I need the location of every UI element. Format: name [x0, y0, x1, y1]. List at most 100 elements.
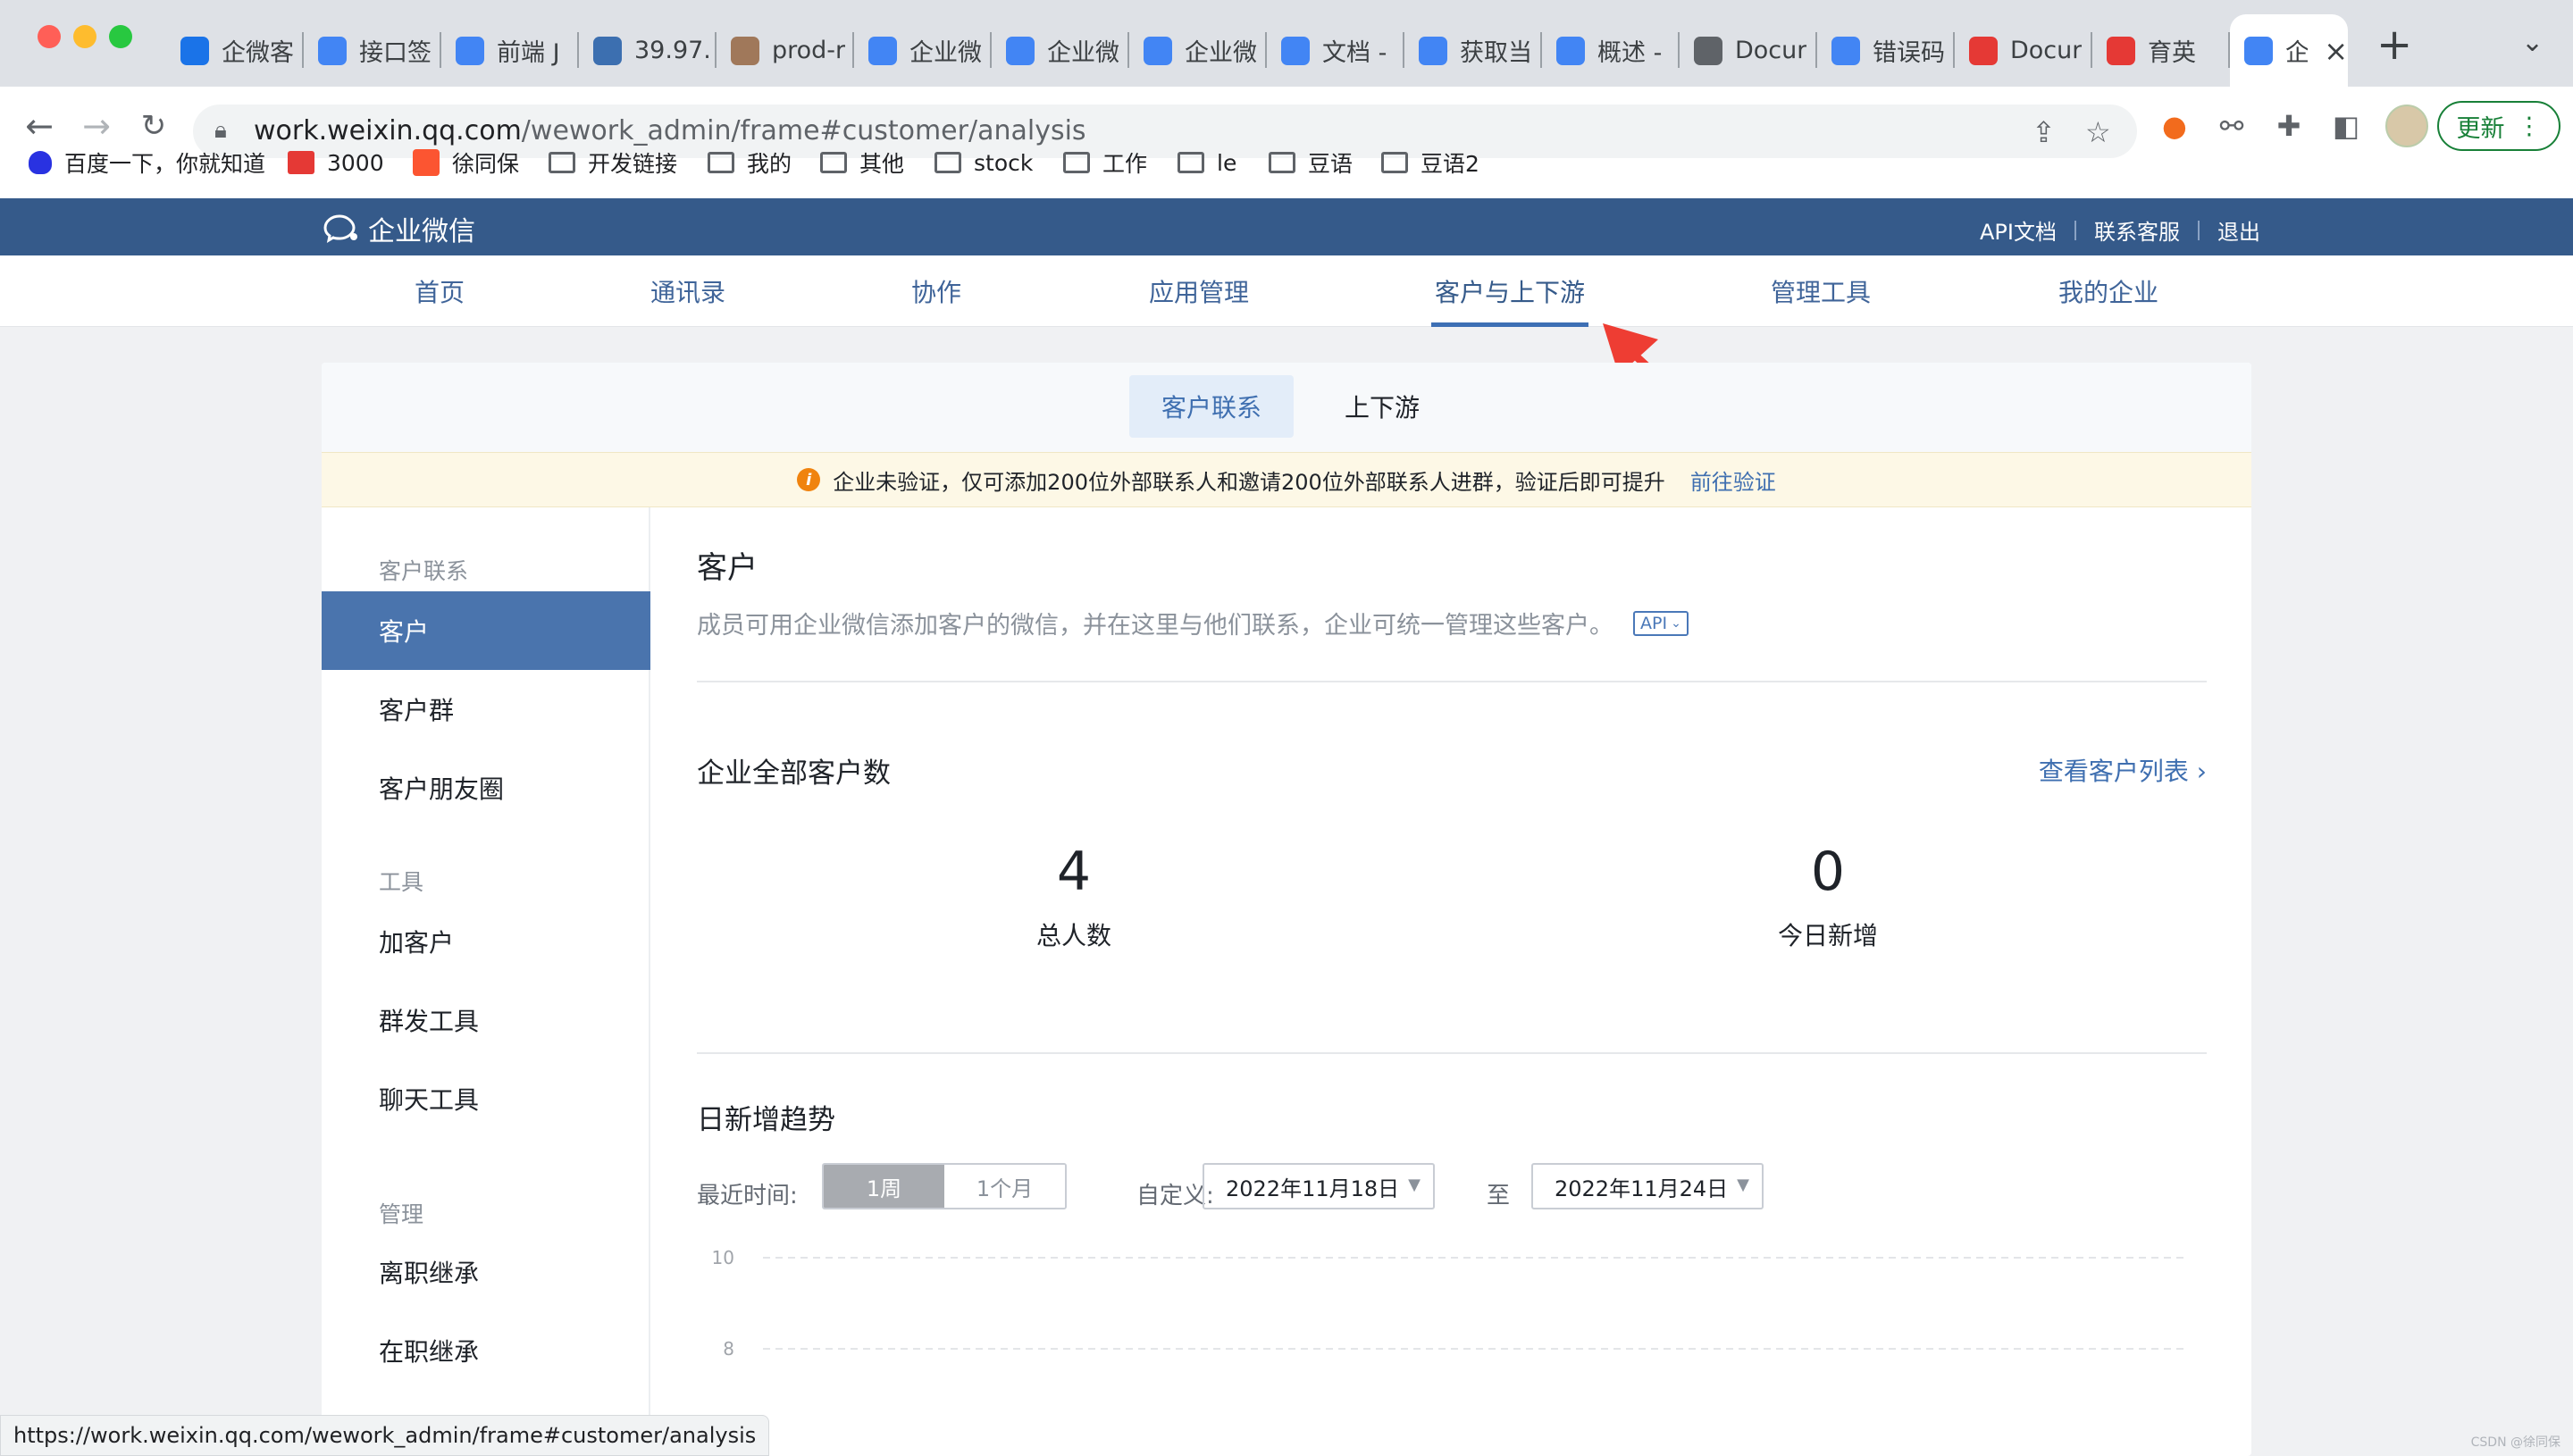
- sidebar-item-add-customer[interactable]: 加客户: [322, 902, 650, 981]
- sidebar-item-moments[interactable]: 客户朋友圈: [322, 749, 650, 827]
- tab-list: 企微客 接口签 前端 J 39.97. prod-r 企业微 企业微 企业微 文档 - 获取当 概述…: [166, 14, 2439, 87]
- folder-icon: [1063, 152, 1090, 173]
- browser-tab[interactable]: 概述 -: [1542, 14, 1680, 87]
- bookmark-label: 豆语2: [1421, 151, 1479, 177]
- chart-y-tick-label: 10: [712, 1249, 734, 1268]
- trend-title: 日新增趋势: [697, 1104, 835, 1136]
- browser-tab[interactable]: Docur: [1955, 14, 2092, 87]
- nav-my-company[interactable]: 我的企业: [2058, 255, 2158, 327]
- browser-tab[interactable]: 育英: [2092, 14, 2230, 87]
- folder-icon: [549, 152, 575, 173]
- new-tab-button[interactable]: +: [2376, 20, 2412, 70]
- bookmark-item[interactable]: 徐同保: [413, 145, 519, 180]
- range-1-month-button[interactable]: 1个月: [944, 1165, 1065, 1208]
- contact-support-link[interactable]: 联系客服: [2094, 214, 2180, 246]
- bookmark-item[interactable]: stock: [934, 145, 1033, 180]
- tab-favicon-icon: [868, 36, 897, 65]
- watermark: CSDN @徐同保: [2470, 1435, 2560, 1450]
- api-tag-label: API: [1640, 613, 1668, 633]
- end-date-select[interactable]: 2022年11月24日 ▼: [1531, 1163, 1764, 1209]
- tab-favicon-icon: [1006, 36, 1035, 65]
- tab-favicon-icon: [456, 36, 484, 65]
- tab-favicon-icon: [593, 36, 622, 65]
- tab-close-icon[interactable]: ×: [2324, 34, 2348, 68]
- nav-customers-upstream[interactable]: 客户与上下游: [1430, 255, 1589, 327]
- csdn-icon: [413, 149, 440, 176]
- notice-text: 企业未验证，仅可添加200位外部联系人和邀请200位外部联系人进群，验证后即可提…: [833, 469, 1665, 495]
- sub-tabs: 客户联系 上下游: [322, 363, 2251, 452]
- browser-toolbar: ← → ↻ 🔒︎ work.weixin.qq.com/wework_admin…: [0, 87, 2573, 215]
- minimize-window-button[interactable]: [73, 25, 96, 48]
- tab-favicon-icon: [1144, 36, 1172, 65]
- tab-search-chevron-icon[interactable]: ⌄: [2521, 27, 2544, 58]
- sidebar-item-resigned-transfer[interactable]: 离职继承: [322, 1233, 650, 1311]
- content-card: 客户联系 上下游 i 企业未验证，仅可添加200位外部联系人和邀请200位外部联…: [322, 363, 2251, 1456]
- close-window-button[interactable]: [38, 25, 61, 48]
- nav-home[interactable]: 首页: [415, 255, 465, 327]
- tab-title: 前端 J: [497, 39, 560, 67]
- bookmark-item[interactable]: le: [1178, 145, 1236, 180]
- bookmark-item[interactable]: 豆语: [1269, 145, 1353, 180]
- book-icon: [288, 151, 314, 174]
- folder-icon: [934, 152, 961, 173]
- browser-tab[interactable]: 企业微: [1129, 14, 1267, 87]
- maximize-window-button[interactable]: [109, 25, 132, 48]
- stat-total-value: 4: [1056, 841, 1092, 903]
- start-date-select[interactable]: 2022年11月18日 ▼: [1203, 1163, 1435, 1209]
- bookmark-item[interactable]: 其他: [820, 145, 904, 180]
- end-date-value: 2022年11月24日: [1555, 1176, 1729, 1201]
- view-customer-list-link[interactable]: 查看客户列表 ›: [2039, 752, 2207, 788]
- tab-favicon-icon: [318, 36, 347, 65]
- browser-tab[interactable]: 错误码: [1817, 14, 1955, 87]
- tab-title: 获取当: [1460, 39, 1532, 67]
- sidebar-item-customer[interactable]: 客户: [322, 591, 650, 670]
- sidebar-item-customer-group[interactable]: 客户群: [322, 670, 650, 749]
- nav-contacts[interactable]: 通讯录: [650, 255, 725, 327]
- subtab-customer-contact[interactable]: 客户联系: [1129, 375, 1294, 438]
- browser-tab[interactable]: 文档 -: [1267, 14, 1404, 87]
- bookmark-item[interactable]: 百度一下，你就知道: [29, 145, 265, 180]
- sidebar-item-chat-tools[interactable]: 聊天工具: [322, 1059, 650, 1138]
- folder-icon: [820, 152, 847, 173]
- logout-link[interactable]: 退出: [2217, 214, 2260, 246]
- tab-title: 育英: [2148, 39, 2196, 67]
- sidebar-item-mass-send[interactable]: 群发工具: [322, 981, 650, 1059]
- stat-today-label: 今日新增: [1777, 921, 1878, 950]
- bookmark-label: 百度一下，你就知道: [64, 151, 266, 177]
- nav-collaboration[interactable]: 协作: [911, 255, 961, 327]
- sidebar-item-onjob-transfer[interactable]: 在职继承: [322, 1311, 650, 1390]
- browser-tab[interactable]: prod-r: [717, 14, 854, 87]
- tab-title: 企业微: [1047, 39, 1119, 67]
- browser-tab[interactable]: 获取当: [1404, 14, 1542, 87]
- tab-title: prod-r: [772, 37, 846, 64]
- bookmark-item[interactable]: 我的: [708, 145, 792, 180]
- browser-tab[interactable]: 企微客: [166, 14, 304, 87]
- api-docs-link[interactable]: API文档: [1980, 214, 2057, 246]
- bookmark-label: 开发链接: [588, 151, 678, 177]
- description-text: 成员可用企业微信添加客户的微信，并在这里与他们联系，企业可统一管理这些客户。: [697, 612, 1613, 640]
- status-bar: https://work.weixin.qq.com/wework_admin/…: [0, 1415, 770, 1456]
- wework-logo[interactable]: 企业微信: [322, 209, 475, 248]
- browser-tab[interactable]: Docur: [1680, 14, 1817, 87]
- browser-tab[interactable]: 企业微: [992, 14, 1129, 87]
- verify-link[interactable]: 前往验证: [1690, 464, 1776, 496]
- tab-active[interactable]: 企 ×: [2230, 14, 2348, 87]
- browser-tab[interactable]: 前端 J: [441, 14, 579, 87]
- nav-management-tools[interactable]: 管理工具: [1771, 255, 1871, 327]
- divider: [697, 1052, 2207, 1054]
- browser-tab[interactable]: 接口签: [304, 14, 441, 87]
- browser-tab[interactable]: 企业微: [854, 14, 992, 87]
- bookmark-item[interactable]: 豆语2: [1381, 145, 1479, 180]
- nav-app-management[interactable]: 应用管理: [1149, 255, 1249, 327]
- browser-tab[interactable]: 39.97.: [579, 14, 717, 87]
- bookmark-item[interactable]: 工作: [1063, 145, 1147, 180]
- stat-total-label: 总人数: [1035, 921, 1111, 950]
- start-date-value: 2022年11月18日: [1226, 1176, 1400, 1201]
- range-1-week-button[interactable]: 1周: [824, 1165, 944, 1208]
- main-nav: 首页 通讯录 协作 应用管理 客户与上下游 管理工具 我的企业: [0, 255, 2573, 327]
- api-dropdown[interactable]: API ⌄: [1633, 610, 1689, 636]
- bookmark-item[interactable]: 3000: [288, 145, 384, 180]
- bookmark-item[interactable]: 开发链接: [549, 145, 677, 180]
- tab-favicon-icon: [180, 36, 209, 65]
- subtab-upstream[interactable]: 上下游: [1304, 375, 1460, 438]
